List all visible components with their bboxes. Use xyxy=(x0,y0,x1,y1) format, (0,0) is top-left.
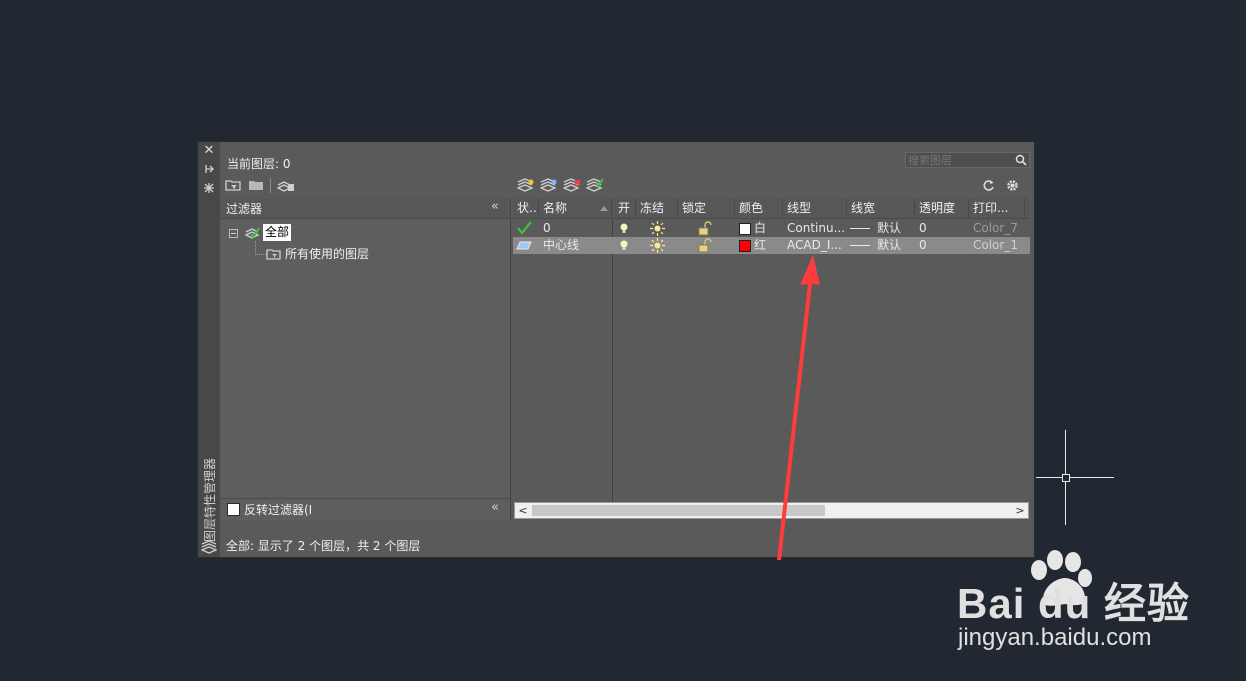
tree-expand-toggle[interactable] xyxy=(229,229,238,238)
refresh-icon[interactable] xyxy=(982,179,995,192)
unlock-icon[interactable] xyxy=(698,238,712,253)
lineweight-sample xyxy=(850,245,870,246)
column-header-color[interactable]: 颜色 xyxy=(735,198,783,218)
autohide-icon[interactable] xyxy=(203,163,215,175)
used-layers-filter-icon xyxy=(266,247,282,260)
thaw-sun-icon[interactable] xyxy=(650,238,665,253)
tree-connector xyxy=(255,241,266,255)
color-name: 白 xyxy=(754,221,767,235)
color-swatch[interactable] xyxy=(739,240,751,252)
layer-parallelogram-icon xyxy=(516,239,532,252)
close-icon[interactable]: ✕ xyxy=(203,144,215,157)
plot-style-value: Color_1 xyxy=(973,238,1018,252)
invert-filter-row: 反转过滤器(I « xyxy=(221,498,510,520)
toolbar-separator xyxy=(270,178,271,193)
new-layer-button[interactable] xyxy=(516,178,535,192)
column-header-linetype[interactable]: 线型 xyxy=(783,198,847,218)
crosshair-cursor xyxy=(1036,430,1114,525)
on-bulb-icon[interactable] xyxy=(619,222,629,235)
search-input[interactable] xyxy=(906,153,1016,167)
invert-filter-checkbox[interactable] xyxy=(227,503,240,516)
lineweight-value[interactable]: 默认 xyxy=(877,237,901,254)
properties-icon[interactable] xyxy=(203,182,215,194)
filter-used-layers-item[interactable]: 所有使用的图层 xyxy=(285,245,369,262)
transparency-value[interactable]: 0 xyxy=(919,220,927,237)
column-header-on[interactable]: 开 xyxy=(614,198,636,218)
search-icon[interactable] xyxy=(1015,154,1027,166)
lineweight-value[interactable]: 默认 xyxy=(877,220,901,237)
filter-header-label: 过滤器 xyxy=(226,202,263,216)
unlock-icon[interactable] xyxy=(698,221,712,236)
watermark-brand: Bai du 经验 xyxy=(957,580,1191,627)
baidu-watermark: Bai du 经验 jingyan.baidu.com xyxy=(955,548,1195,658)
layer-name[interactable]: 0 xyxy=(543,220,551,237)
plot-style-value: Color_7 xyxy=(973,221,1018,235)
scroll-left-button[interactable]: < xyxy=(517,503,529,518)
set-current-button[interactable] xyxy=(585,178,604,192)
transparency-value[interactable]: 0 xyxy=(919,237,927,254)
layer-row-0[interactable]: 0 白 Continu... 默认 0 Color_7 xyxy=(513,220,1030,237)
scroll-right-button[interactable]: > xyxy=(1014,503,1026,518)
new-group-filter-button[interactable] xyxy=(248,178,264,192)
layer-states-manager-button[interactable] xyxy=(276,178,295,192)
current-layer-label: 当前图层: 0 xyxy=(227,157,291,171)
column-header-plot-style[interactable]: 打印... xyxy=(969,198,1025,218)
column-header-lineweight[interactable]: 线宽 xyxy=(847,198,915,218)
new-property-filter-button[interactable] xyxy=(225,178,241,192)
layer-properties-palette: ✕ 图层特性管理器 当前图层: 0 搜索图层 过滤器 « 全部 所有使用的图层 … xyxy=(197,141,1035,558)
new-layer-vp-frozen-button[interactable] xyxy=(539,178,558,192)
invert-filter-label: 反转过滤器(I xyxy=(244,503,313,517)
color-swatch[interactable] xyxy=(739,223,751,235)
linetype-value[interactable]: Continu... xyxy=(787,220,845,237)
linetype-value[interactable]: ACAD_I... xyxy=(787,237,845,254)
filter-tree-panel: 过滤器 « 全部 所有使用的图层 xyxy=(221,198,511,520)
column-header-lock[interactable]: 锁定 xyxy=(678,198,735,218)
layer-name[interactable]: 中心线 xyxy=(543,237,579,254)
current-layer-check-icon xyxy=(516,221,532,235)
thaw-sun-icon[interactable] xyxy=(650,221,665,236)
grid-header: 状.. 名称 开 冻结 锁定 颜色 线型 线宽 透明度 打印... xyxy=(513,198,1030,219)
collapse-filters-bottom-icon[interactable]: « xyxy=(491,500,499,515)
palette-title-strip: ✕ 图层特性管理器 xyxy=(198,142,220,557)
layer-row-1[interactable]: 中心线 红 ACAD_I... 默认 0 Color_1 xyxy=(513,237,1030,254)
column-header-freeze[interactable]: 冻结 xyxy=(636,198,678,218)
annotation-arrow xyxy=(777,255,820,560)
search-layers-box[interactable] xyxy=(905,152,1030,168)
collapse-filters-icon[interactable]: « xyxy=(491,199,499,214)
filter-panel-header: 过滤器 « xyxy=(221,198,510,219)
status-text: 全部: 显示了 2 个图层，共 2 个图层 xyxy=(226,539,421,553)
lineweight-sample xyxy=(850,228,870,229)
palette-content: 当前图层: 0 搜索图层 过滤器 « 全部 所有使用的图层 反转过滤器(I « … xyxy=(220,142,1034,557)
color-name: 红 xyxy=(754,238,767,252)
watermark-url: jingyan.baidu.com xyxy=(958,624,1152,651)
filter-all-icon xyxy=(244,225,261,239)
layers-icon xyxy=(200,540,218,554)
column-header-transparency[interactable]: 透明度 xyxy=(915,198,969,218)
settings-gear-icon[interactable] xyxy=(1005,178,1020,193)
filter-all-item[interactable]: 全部 xyxy=(263,224,292,241)
delete-layer-button[interactable] xyxy=(562,178,581,192)
status-bar: 全部: 显示了 2 个图层，共 2 个图层 xyxy=(220,529,1034,557)
on-bulb-icon[interactable] xyxy=(619,239,629,252)
sort-arrow-icon xyxy=(600,206,608,211)
column-header-status[interactable]: 状.. xyxy=(513,198,539,218)
